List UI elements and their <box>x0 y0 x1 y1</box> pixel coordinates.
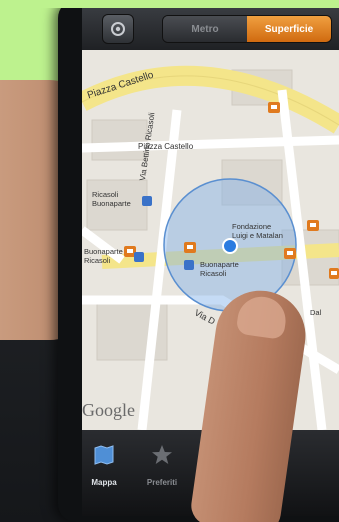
poi-label-fondazione: Fondazione Luigi e Matalan <box>232 222 283 240</box>
tab-preferiti[interactable]: Preferiti <box>132 436 192 496</box>
tab-label-preferiti: Preferiti <box>146 478 178 487</box>
star-icon <box>152 445 172 464</box>
gear-icon <box>111 22 125 36</box>
street-label-dal: Dal <box>310 308 322 317</box>
segment-metro[interactable]: Metro <box>163 16 247 42</box>
mode-segmented-control: Metro Superficie <box>162 15 332 43</box>
map-icon <box>94 445 114 465</box>
top-toolbar: Metro Superficie <box>82 6 339 50</box>
tab-mappa[interactable]: Mappa <box>82 436 134 496</box>
settings-button[interactable] <box>102 14 134 44</box>
stop-label-ricasoli-buonaparte: Ricasoli Buonaparte <box>92 190 131 208</box>
stop-label-buonaparte-ricasoli-center: Buonaparte Ricasoli <box>200 260 239 278</box>
segment-superficie[interactable]: Superficie <box>247 16 331 42</box>
stop-label-buonaparte-ricasoli-left: Buonaparte Ricasoli <box>84 247 123 265</box>
current-location-dot <box>222 238 238 254</box>
background-green-strip <box>0 0 339 8</box>
photo-scene: Metro Superficie Piazza Castello Piazza … <box>0 0 339 522</box>
google-attribution: Google <box>82 400 135 420</box>
tab-label-mappa: Mappa <box>91 478 117 487</box>
